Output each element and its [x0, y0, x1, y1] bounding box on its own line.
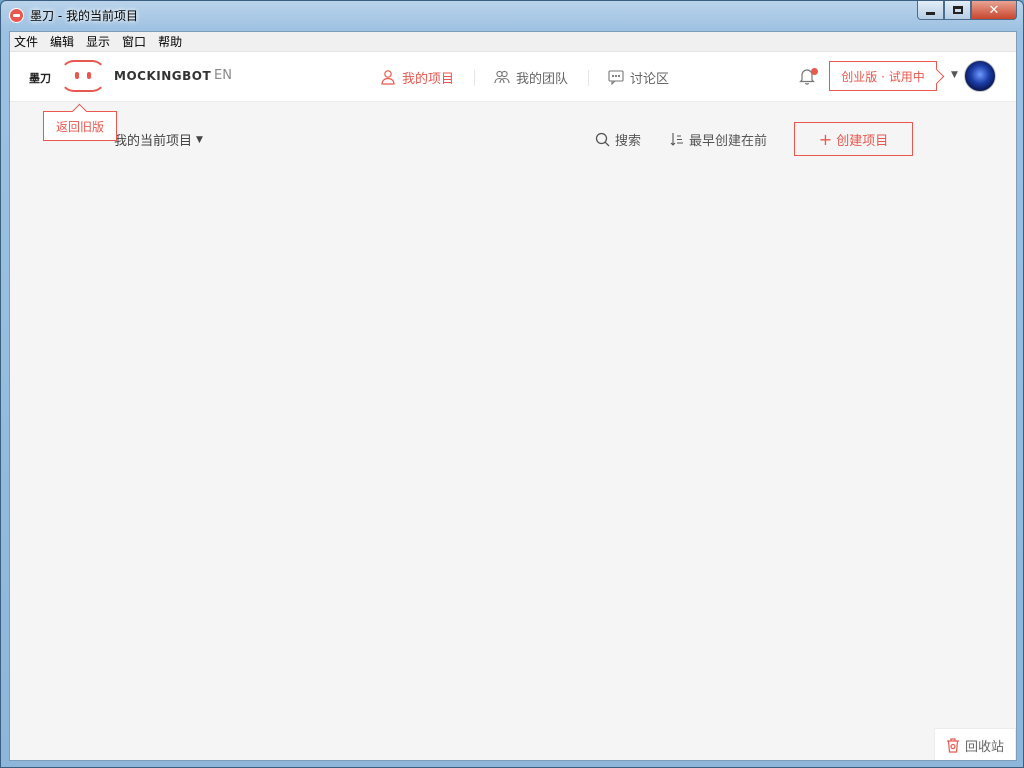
- nav-label: 讨论区: [630, 71, 670, 87]
- menu-help[interactable]: 帮助: [158, 33, 182, 50]
- client-area: 文件 编辑 显示 窗口 帮助 墨刀 MOCKINGBOT EN 我的项目 我的团…: [9, 31, 1017, 761]
- nav-my-team[interactable]: 我的团队: [474, 68, 588, 87]
- avatar[interactable]: [964, 60, 996, 92]
- chat-icon: [608, 70, 624, 85]
- menu-bar: 文件 编辑 显示 窗口 帮助: [10, 32, 1016, 52]
- menu-edit[interactable]: 编辑: [50, 33, 74, 50]
- nav-my-projects[interactable]: 我的项目: [360, 68, 474, 87]
- menu-file[interactable]: 文件: [14, 33, 38, 50]
- sort-label: 最早创建在前: [689, 134, 768, 149]
- project-filter-dropdown[interactable]: 我的当前项目 ▼: [114, 130, 203, 149]
- sort-icon: [670, 133, 683, 146]
- back-to-old-version-button[interactable]: 返回旧版: [43, 111, 117, 141]
- app-logo-icon: [9, 8, 24, 23]
- menu-window[interactable]: 窗口: [122, 33, 146, 50]
- menu-view[interactable]: 显示: [86, 33, 110, 50]
- brand-name-en: MOCKINGBOT: [114, 69, 212, 83]
- minimize-icon: [926, 11, 935, 15]
- mockingbot-logo-icon[interactable]: [60, 60, 106, 92]
- maximize-icon: [952, 6, 963, 14]
- minimize-button[interactable]: [917, 1, 944, 20]
- sort-button[interactable]: 最早创建在前: [670, 130, 767, 149]
- search-icon: [595, 132, 610, 147]
- language-switch[interactable]: EN: [214, 68, 232, 83]
- window-title: 墨刀 - 我的当前项目: [30, 9, 138, 23]
- plan-badge[interactable]: 创业版 · 试用中: [829, 61, 937, 91]
- team-icon: [494, 70, 510, 84]
- nav-label: 我的项目: [402, 71, 455, 87]
- search-label: 搜索: [615, 134, 642, 149]
- logo-eye-right: [87, 72, 91, 79]
- recycle-bin-icon: [946, 737, 959, 753]
- close-button[interactable]: ✕: [971, 1, 1017, 20]
- main-nav: 我的项目 我的团队 讨论区: [360, 52, 689, 102]
- account-dropdown-caret-icon[interactable]: ▼: [951, 70, 958, 80]
- brand-name-cn: 墨刀: [29, 72, 51, 85]
- project-filter-label: 我的当前项目: [114, 134, 193, 149]
- title-bar[interactable]: 墨刀 - 我的当前项目 ✕: [1, 1, 1023, 31]
- app-window: 墨刀 - 我的当前项目 ✕ 文件 编辑 显示 窗口 帮助 墨刀 MOCKINGB…: [0, 0, 1024, 768]
- maximize-button[interactable]: [944, 1, 971, 20]
- close-icon: ✕: [988, 2, 1000, 18]
- create-project-button[interactable]: + 创建项目: [794, 122, 913, 156]
- app-header: 墨刀 MOCKINGBOT EN 我的项目 我的团队 讨论区 创业版 · 试用中…: [10, 52, 1016, 102]
- recycle-bin-button[interactable]: 回收站: [934, 728, 1016, 760]
- nav-discussion[interactable]: 讨论区: [588, 68, 689, 87]
- notification-dot: [811, 68, 818, 75]
- create-project-label: 创建项目: [836, 133, 889, 149]
- search-button[interactable]: 搜索: [595, 130, 641, 149]
- logo-eye-left: [75, 72, 79, 79]
- plus-icon: +: [818, 129, 833, 149]
- nav-label: 我的团队: [516, 71, 569, 87]
- window-controls: ✕: [917, 1, 1017, 20]
- user-icon: [381, 70, 395, 85]
- dropdown-arrow-icon: ▼: [196, 134, 203, 145]
- recycle-bin-label: 回收站: [964, 739, 1004, 755]
